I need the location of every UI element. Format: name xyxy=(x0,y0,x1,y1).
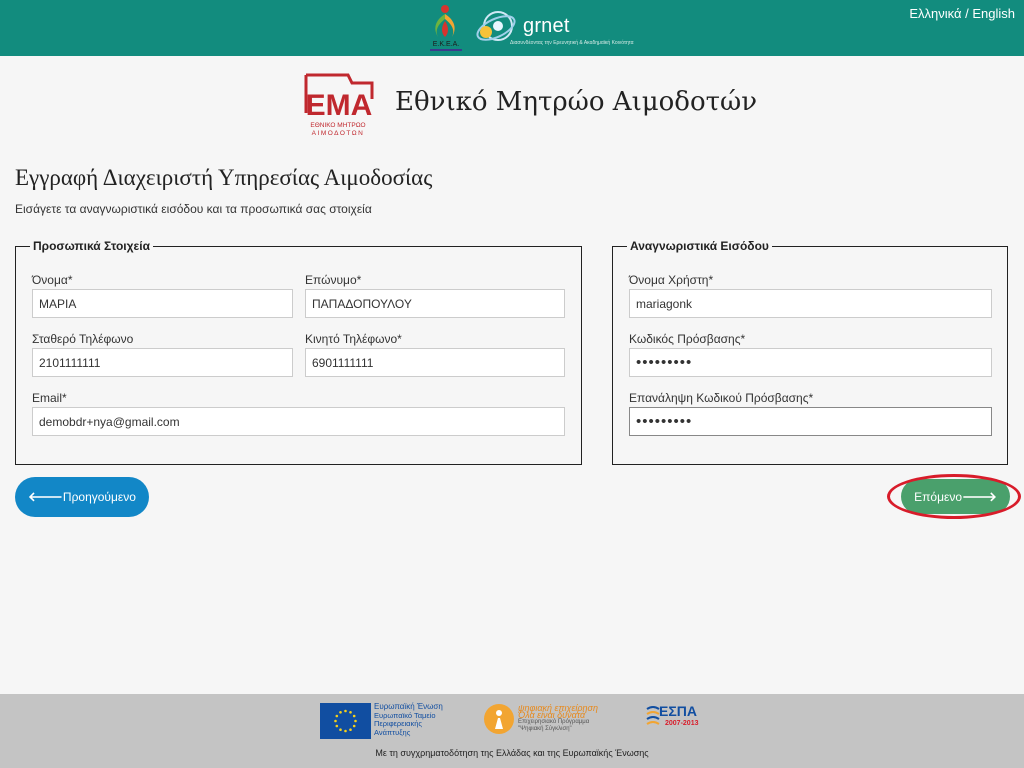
lang-greek-link[interactable]: Ελληνικά xyxy=(909,6,961,21)
footer: Ευρωπαϊκή Ένωση Ευρωπαϊκό Ταμείο Περιφερ… xyxy=(0,694,1024,768)
username-input[interactable] xyxy=(629,289,992,318)
funding-credit: Με τη συγχρηματοδότηση της Ελλάδας και τ… xyxy=(375,748,649,758)
previous-button-label: Προηγούμενο xyxy=(62,490,136,504)
arrow-left-icon: 🡐 xyxy=(28,489,63,504)
eu-funding-logo: Ευρωπαϊκή Ένωση Ευρωπαϊκό Ταμείο Περιφερ… xyxy=(320,702,454,739)
next-button[interactable]: Επόμενο 🡒 xyxy=(901,479,1010,514)
eu-line4: Ανάπτυξης xyxy=(374,727,411,737)
landline-label: Σταθερό Τηλέφωνο xyxy=(32,332,134,346)
ema-logo-sub2: ΑΙΜΟΔΟΤΩΝ xyxy=(312,130,365,137)
last-name-label: Επώνυμο* xyxy=(305,273,362,287)
top-bar: Ε.Κ.Ε.Α. grnet Διασυνδέοντας την Ερευνητ… xyxy=(0,0,1024,56)
digital-convergence-logo: ψηφιακή επιχείρηση Όλα είναι δυνατά Επιχ… xyxy=(484,704,613,734)
mobile-label: Κινητό Τηλέφωνο* xyxy=(305,332,402,346)
digital-line4: "Ψηφιακή Σύγκλιση" xyxy=(518,726,572,732)
mobile-input[interactable] xyxy=(305,348,565,377)
first-name-input[interactable] xyxy=(32,289,293,318)
arrow-right-icon: 🡒 xyxy=(962,488,997,504)
digital-person-icon xyxy=(484,704,514,734)
lang-english-link[interactable]: English xyxy=(972,6,1015,21)
grnet-name: grnet xyxy=(523,15,570,37)
email-input[interactable] xyxy=(32,407,565,436)
password-repeat-label: Επανάληψη Κωδικού Πρόσβασης* xyxy=(629,391,814,405)
next-button-label: Επόμενο xyxy=(914,489,963,504)
landline-input[interactable] xyxy=(32,348,293,377)
password-input[interactable] xyxy=(629,348,992,377)
digital-line2: Όλα είναι δυνατά xyxy=(518,710,586,720)
ema-logo: ΕΜΑ ΕΘΝΙΚΟ ΜΗΤΡΩΟ ΑΙΜΟΔΟΤΩΝ xyxy=(304,73,376,137)
last-name-input[interactable] xyxy=(305,289,565,318)
ema-logo-text: ΕΜΑ xyxy=(306,89,373,122)
eu-flag-icon xyxy=(320,703,371,739)
credentials-legend: Αναγνωριστικά Εισόδου xyxy=(630,239,769,253)
espa-logo: ΕΣΠΑ 2007-2013 xyxy=(645,703,705,737)
password-label: Κωδικός Πρόσβασης* xyxy=(629,332,746,346)
digital-line3: Επιχειρησιακό Πρόγραμμα xyxy=(518,719,590,725)
esda-logo: Ε.Κ.Ε.Α. xyxy=(424,3,468,53)
espa-label: ΕΣΠΑ xyxy=(659,703,697,719)
page-subtitle: Εισάγετε τα αναγνωριστικά εισόδου και τα… xyxy=(15,202,372,216)
password-repeat-input[interactable] xyxy=(629,407,992,436)
grnet-tagline: Διασυνδέοντας την Ερευνητική & Ακαδημαϊκ… xyxy=(510,40,634,46)
lang-separator: / xyxy=(961,6,973,21)
email-label: Email* xyxy=(32,391,67,405)
ema-logo-sub1: ΕΘΝΙΚΟ ΜΗΤΡΩΟ xyxy=(310,122,365,129)
personal-details-legend: Προσωπικά Στοιχεία xyxy=(33,239,150,253)
grnet-logo: grnet Διασυνδέοντας την Ερευνητική & Ακα… xyxy=(470,2,634,52)
esda-label: Ε.Κ.Ε.Α. xyxy=(433,41,460,48)
language-switch: Ελληνικά / English xyxy=(909,6,1015,21)
registry-title: Εθνικό Μητρώο Αιμοδοτών xyxy=(395,87,758,117)
first-name-label: Όνομα* xyxy=(32,273,73,287)
username-label: Όνομα Χρήστη* xyxy=(629,273,714,287)
espa-years: 2007-2013 xyxy=(665,720,699,727)
previous-button[interactable]: 🡐 Προηγούμενο xyxy=(15,477,149,517)
page-title: Εγγραφή Διαχειριστή Υπηρεσίας Αιμοδοσίας xyxy=(15,165,433,190)
